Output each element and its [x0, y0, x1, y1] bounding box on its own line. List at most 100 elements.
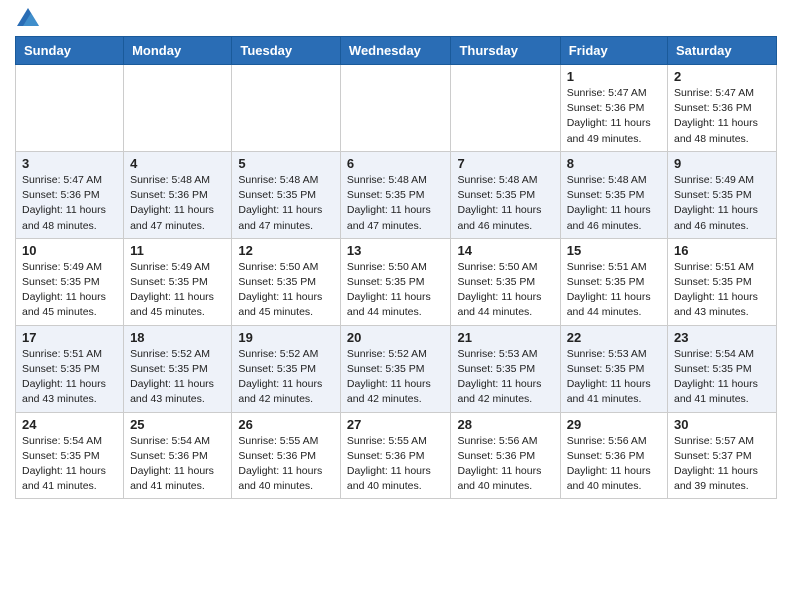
calendar-cell: 5 Sunrise: 5:48 AM Sunset: 5:35 PM Daylig… [232, 151, 341, 238]
day-info: Sunrise: 5:57 AM Sunset: 5:37 PM Dayligh… [674, 434, 770, 495]
day-number: 20 [347, 330, 445, 345]
calendar-header-sunday: Sunday [16, 37, 124, 65]
day-info: Sunrise: 5:47 AM Sunset: 5:36 PM Dayligh… [567, 86, 661, 147]
day-info: Sunrise: 5:47 AM Sunset: 5:36 PM Dayligh… [674, 86, 770, 147]
day-number: 18 [130, 330, 225, 345]
day-info: Sunrise: 5:53 AM Sunset: 5:35 PM Dayligh… [567, 347, 661, 408]
calendar-cell: 6 Sunrise: 5:48 AM Sunset: 5:35 PM Daylig… [340, 151, 451, 238]
day-number: 7 [457, 156, 553, 171]
day-info: Sunrise: 5:50 AM Sunset: 5:35 PM Dayligh… [347, 260, 445, 321]
calendar-cell: 20Sunrise: 5:52 AM Sunset: 5:35 PM Dayli… [340, 325, 451, 412]
calendar-week-4: 17 Sunrise: 5:51 AM Sunset: 5:35 PM Dayli… [16, 325, 777, 412]
calendar-cell [451, 65, 560, 152]
calendar-cell: 9 Sunrise: 5:49 AM Sunset: 5:35 PM Daylig… [668, 151, 777, 238]
calendar-header-saturday: Saturday [668, 37, 777, 65]
day-info: Sunrise: 5:52 AM Sunset: 5:35 PM Dayligh… [130, 347, 225, 408]
calendar-cell: 17 Sunrise: 5:51 AM Sunset: 5:35 PM Dayli… [16, 325, 124, 412]
calendar-cell: 25Sunrise: 5:54 AM Sunset: 5:36 PM Dayli… [124, 412, 232, 499]
calendar-cell: 24 Sunrise: 5:54 AM Sunset: 5:35 PM Dayli… [16, 412, 124, 499]
day-number: 6 [347, 156, 445, 171]
day-info: Sunrise: 5:51 AM Sunset: 5:35 PM Dayligh… [674, 260, 770, 321]
calendar-cell: 8Sunrise: 5:48 AM Sunset: 5:35 PM Daylig… [560, 151, 667, 238]
day-number: 12 [238, 243, 334, 258]
day-number: 3 [22, 156, 117, 171]
day-info: Sunrise: 5:52 AM Sunset: 5:35 PM Dayligh… [238, 347, 334, 408]
day-number: 22 [567, 330, 661, 345]
calendar-header-wednesday: Wednesday [340, 37, 451, 65]
day-info: Sunrise: 5:49 AM Sunset: 5:35 PM Dayligh… [130, 260, 225, 321]
day-info: Sunrise: 5:56 AM Sunset: 5:36 PM Dayligh… [457, 434, 553, 495]
calendar-cell: 30Sunrise: 5:57 AM Sunset: 5:37 PM Dayli… [668, 412, 777, 499]
day-number: 1 [567, 69, 661, 84]
calendar-week-1: 1 Sunrise: 5:47 AM Sunset: 5:36 PM Daylig… [16, 65, 777, 152]
calendar-cell: 10 Sunrise: 5:49 AM Sunset: 5:35 PM Dayli… [16, 238, 124, 325]
page: SundayMondayTuesdayWednesdayThursdayFrid… [0, 0, 792, 514]
day-number: 16 [674, 243, 770, 258]
calendar-cell: 21 Sunrise: 5:53 AM Sunset: 5:35 PM Dayli… [451, 325, 560, 412]
day-number: 28 [457, 417, 553, 432]
header [15, 10, 777, 28]
day-info: Sunrise: 5:49 AM Sunset: 5:35 PM Dayligh… [674, 173, 770, 234]
day-info: Sunrise: 5:48 AM Sunset: 5:35 PM Dayligh… [567, 173, 661, 234]
day-info: Sunrise: 5:54 AM Sunset: 5:35 PM Dayligh… [22, 434, 117, 495]
calendar-cell [16, 65, 124, 152]
calendar-cell: 29 Sunrise: 5:56 AM Sunset: 5:36 PM Dayli… [560, 412, 667, 499]
day-number: 9 [674, 156, 770, 171]
day-info: Sunrise: 5:51 AM Sunset: 5:35 PM Dayligh… [567, 260, 661, 321]
calendar-cell: 2 Sunrise: 5:47 AM Sunset: 5:36 PM Daylig… [668, 65, 777, 152]
day-info: Sunrise: 5:53 AM Sunset: 5:35 PM Dayligh… [457, 347, 553, 408]
calendar-header-tuesday: Tuesday [232, 37, 341, 65]
day-number: 10 [22, 243, 117, 258]
calendar-header-friday: Friday [560, 37, 667, 65]
calendar-cell: 11Sunrise: 5:49 AM Sunset: 5:35 PM Dayli… [124, 238, 232, 325]
calendar-cell: 3 Sunrise: 5:47 AM Sunset: 5:36 PM Daylig… [16, 151, 124, 238]
day-number: 17 [22, 330, 117, 345]
calendar-week-3: 10 Sunrise: 5:49 AM Sunset: 5:35 PM Dayli… [16, 238, 777, 325]
calendar-cell: 18 Sunrise: 5:52 AM Sunset: 5:35 PM Dayli… [124, 325, 232, 412]
calendar-header-monday: Monday [124, 37, 232, 65]
day-info: Sunrise: 5:48 AM Sunset: 5:35 PM Dayligh… [238, 173, 334, 234]
day-info: Sunrise: 5:50 AM Sunset: 5:35 PM Dayligh… [457, 260, 553, 321]
calendar-cell: 7Sunrise: 5:48 AM Sunset: 5:35 PM Daylig… [451, 151, 560, 238]
day-number: 14 [457, 243, 553, 258]
day-number: 29 [567, 417, 661, 432]
day-number: 26 [238, 417, 334, 432]
calendar-cell [232, 65, 341, 152]
day-info: Sunrise: 5:47 AM Sunset: 5:36 PM Dayligh… [22, 173, 117, 234]
calendar-week-2: 3 Sunrise: 5:47 AM Sunset: 5:36 PM Daylig… [16, 151, 777, 238]
calendar-cell: 28 Sunrise: 5:56 AM Sunset: 5:36 PM Dayli… [451, 412, 560, 499]
calendar-cell: 27Sunrise: 5:55 AM Sunset: 5:36 PM Dayli… [340, 412, 451, 499]
day-number: 23 [674, 330, 770, 345]
day-number: 13 [347, 243, 445, 258]
day-number: 15 [567, 243, 661, 258]
calendar-cell: 13 Sunrise: 5:50 AM Sunset: 5:35 PM Dayli… [340, 238, 451, 325]
calendar-header-thursday: Thursday [451, 37, 560, 65]
day-info: Sunrise: 5:48 AM Sunset: 5:35 PM Dayligh… [347, 173, 445, 234]
calendar-cell: 15 Sunrise: 5:51 AM Sunset: 5:35 PM Dayli… [560, 238, 667, 325]
calendar-cell: 14 Sunrise: 5:50 AM Sunset: 5:35 PM Dayli… [451, 238, 560, 325]
day-info: Sunrise: 5:49 AM Sunset: 5:35 PM Dayligh… [22, 260, 117, 321]
calendar-cell [340, 65, 451, 152]
calendar-cell: 19 Sunrise: 5:52 AM Sunset: 5:35 PM Dayli… [232, 325, 341, 412]
calendar-cell: 16 Sunrise: 5:51 AM Sunset: 5:35 PM Dayli… [668, 238, 777, 325]
day-info: Sunrise: 5:50 AM Sunset: 5:35 PM Dayligh… [238, 260, 334, 321]
calendar-cell: 12 Sunrise: 5:50 AM Sunset: 5:35 PM Dayli… [232, 238, 341, 325]
day-number: 2 [674, 69, 770, 84]
day-number: 5 [238, 156, 334, 171]
day-info: Sunrise: 5:51 AM Sunset: 5:35 PM Dayligh… [22, 347, 117, 408]
day-info: Sunrise: 5:56 AM Sunset: 5:36 PM Dayligh… [567, 434, 661, 495]
calendar-header-row: SundayMondayTuesdayWednesdayThursdayFrid… [16, 37, 777, 65]
calendar-week-5: 24 Sunrise: 5:54 AM Sunset: 5:35 PM Dayli… [16, 412, 777, 499]
calendar-cell: 4Sunrise: 5:48 AM Sunset: 5:36 PM Daylig… [124, 151, 232, 238]
calendar-cell [124, 65, 232, 152]
day-info: Sunrise: 5:54 AM Sunset: 5:35 PM Dayligh… [674, 347, 770, 408]
calendar-cell: 23 Sunrise: 5:54 AM Sunset: 5:35 PM Dayli… [668, 325, 777, 412]
day-number: 24 [22, 417, 117, 432]
day-info: Sunrise: 5:55 AM Sunset: 5:36 PM Dayligh… [347, 434, 445, 495]
logo-icon [17, 8, 39, 26]
day-number: 21 [457, 330, 553, 345]
day-number: 4 [130, 156, 225, 171]
calendar-table: SundayMondayTuesdayWednesdayThursdayFrid… [15, 36, 777, 499]
calendar-cell: 1 Sunrise: 5:47 AM Sunset: 5:36 PM Daylig… [560, 65, 667, 152]
day-number: 19 [238, 330, 334, 345]
